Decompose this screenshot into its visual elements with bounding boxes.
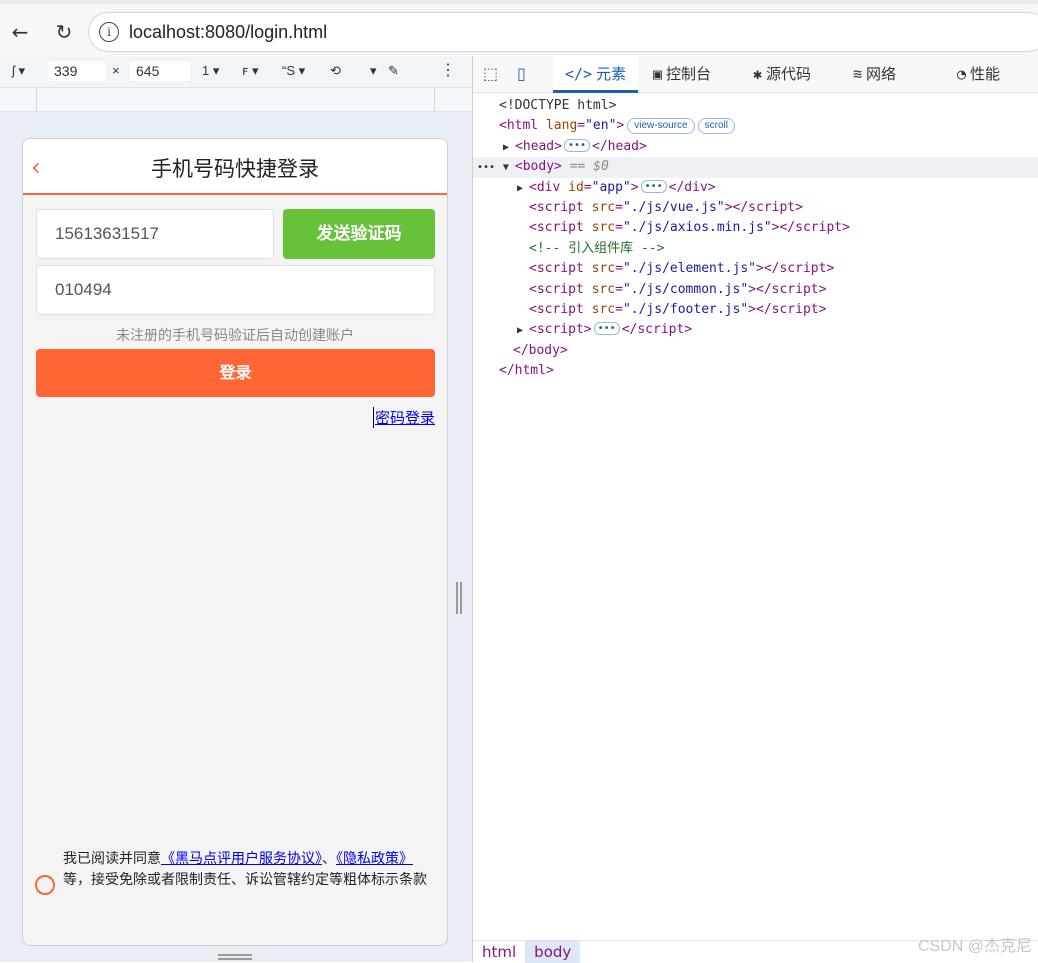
width-input[interactable]: 339 (48, 61, 106, 81)
resize-handle-bottom[interactable] (218, 954, 252, 960)
agreement-prefix: 我已阅读并同意 (63, 851, 161, 867)
collapse-triangle-icon[interactable]: ▼ (503, 158, 515, 178)
privacy-policy-link[interactable]: 《隐私政策》 (336, 851, 413, 867)
sources-icon: ✱ (753, 65, 763, 83)
view-source-pill[interactable]: view-source (627, 118, 695, 135)
dom-div-app-node[interactable]: ▶ <div id="app"> ••• </div> (473, 178, 1038, 198)
watermark: CSDN @杰克尼 (917, 938, 1032, 955)
ruler (0, 88, 472, 112)
inspect-icon[interactable]: ⬚ (483, 64, 498, 83)
expand-triangle-icon[interactable]: ▶ (517, 179, 529, 199)
sensors-select[interactable]: ▾ (370, 63, 377, 79)
breadcrumb-body[interactable]: body (525, 941, 581, 963)
device-emulation-pane: ʃ ▾ 339 × 645 1 ▾ ꜰ ▾ “S ▾ ⟲ ▾ ✎ ⋮ ‹ 手机号… (0, 56, 472, 962)
back-button[interactable]: ← (6, 18, 34, 46)
code-input[interactable]: 010494 (36, 265, 435, 315)
dpr-select[interactable]: 1 ▾ (202, 63, 219, 79)
tab-sources[interactable]: ✱ 源代码 (753, 56, 811, 93)
dom-body-close[interactable]: </body> (473, 341, 1038, 361)
dimension-separator: × (112, 63, 120, 78)
agreement-text: 我已阅读并同意《黑马点评用户服务协议》、《隐私政策》等，接受免除或者限制责任、诉… (63, 849, 435, 891)
ellipsis-icon[interactable]: ••• (640, 179, 667, 193)
tab-console[interactable]: ▣ 控制台 (653, 56, 711, 93)
ellipsis-icon[interactable]: ••• (593, 322, 620, 336)
expand-triangle-icon[interactable]: ▶ (503, 138, 515, 158)
selected-marker: == $0 (569, 159, 609, 175)
more-icon[interactable]: ⋮ (440, 60, 456, 80)
dom-tree: <!DOCTYPE html> <html lang="en"> view-sou… (473, 96, 1038, 381)
rotate-icon[interactable]: ⟲ (330, 63, 341, 79)
send-code-button[interactable]: 发送验证码 (283, 209, 435, 259)
expand-triangle-icon[interactable]: ▶ (517, 321, 529, 341)
agreement-sep: 、 (322, 851, 336, 867)
devtools-toolbar: ⬚ ▯ </> 元素 ▣ 控制台 ✱ 源代码 ≋ 网络 ◔ 性能 (473, 56, 1038, 93)
service-agreement-link[interactable]: 《黑马点评用户服务协议》 (161, 851, 322, 867)
login-button[interactable]: 登录 (36, 349, 435, 397)
eyedropper-icon[interactable]: ✎ (388, 63, 399, 79)
phone-input[interactable]: 15613631517 (36, 209, 274, 259)
dom-script-vue[interactable]: <script src="./js/vue.js"></script> (473, 198, 1038, 218)
mobile-select[interactable]: ꜰ ▾ (242, 63, 259, 79)
dom-inline-script[interactable]: ▶ <script> ••• </script> (473, 320, 1038, 340)
throttle-select[interactable]: “S ▾ (282, 63, 305, 79)
page-header: ‹ 手机号码快捷登录 (23, 139, 447, 195)
dom-script-axios[interactable]: <script src="./js/axios.min.js"></script… (473, 218, 1038, 238)
info-icon[interactable]: i (99, 22, 119, 42)
device-select[interactable]: ʃ ▾ (12, 63, 25, 79)
reload-button[interactable]: ↻ (50, 18, 78, 46)
reload-icon: ↻ (55, 20, 73, 44)
dom-script-common[interactable]: <script src="./js/common.js"></script> (473, 280, 1038, 300)
dom-script-element[interactable]: <script src="./js/element.js"></script> (473, 259, 1038, 279)
page-title: 手机号码快捷登录 (151, 157, 319, 181)
dom-script-footer[interactable]: <script src="./js/footer.js"></script> (473, 300, 1038, 320)
dom-head-node[interactable]: ▶ <head> ••• </head> (473, 137, 1038, 157)
url-text[interactable]: localhost:8080/login.html (129, 22, 327, 43)
scroll-pill[interactable]: scroll (697, 118, 735, 135)
register-hint: 未注册的手机号码验证后自动创建账户 (116, 328, 354, 344)
tab-performance[interactable]: ◔ 性能 (957, 56, 1000, 93)
agree-radio[interactable] (35, 875, 55, 895)
device-toggle-icon[interactable]: ▯ (517, 64, 526, 83)
tab-elements[interactable]: </> 元素 (553, 56, 639, 93)
dom-html-close[interactable]: </html> (473, 361, 1038, 381)
dom-comment[interactable]: <!-- 引入组件库 --> (473, 239, 1038, 259)
dom-body-node[interactable]: ••• ▼ <body> == $0 (473, 157, 1038, 178)
resize-handle-right[interactable] (456, 582, 462, 614)
console-icon: ▣ (653, 65, 663, 83)
dom-html-node[interactable]: <html lang="en"> view-source scroll (473, 116, 1038, 136)
arrow-left-icon: ← (11, 20, 29, 44)
ellipsis-icon[interactable]: ••• (563, 138, 591, 152)
dom-doctype[interactable]: <!DOCTYPE html> (473, 96, 1038, 116)
network-icon: ≋ (853, 65, 863, 83)
devtools-panel: ⬚ ▯ </> 元素 ▣ 控制台 ✱ 源代码 ≋ 网络 ◔ 性能 <!DOCTYPE ht… (472, 56, 1038, 963)
address-bar[interactable]: i localhost:8080/login.html (88, 12, 1038, 52)
password-login-link[interactable]: 密码登录 (372, 407, 435, 428)
agreement: 我已阅读并同意《黑马点评用户服务协议》、《隐私政策》等，接受免除或者限制责任、诉… (35, 849, 435, 895)
elements-icon: </> (565, 65, 593, 83)
performance-icon: ◔ (957, 65, 967, 83)
node-actions-icon[interactable]: ••• (477, 162, 495, 173)
tab-network[interactable]: ≋ 网络 (853, 56, 896, 93)
device-viewport: ‹ 手机号码快捷登录 15613631517 发送验证码 010494 未注册的… (22, 138, 448, 946)
browser-toolbar: ← ↻ i localhost:8080/login.html (0, 0, 1038, 56)
agreement-suffix: 等，接受免除或者限制责任、诉讼管辖约定等粗体标示条款 (63, 872, 427, 888)
height-input[interactable]: 645 (130, 61, 190, 81)
device-toolbar: ʃ ▾ 339 × 645 1 ▾ ꜰ ▾ “S ▾ ⟲ ▾ ✎ ⋮ (0, 56, 472, 88)
breadcrumb-html[interactable]: html (473, 941, 525, 963)
